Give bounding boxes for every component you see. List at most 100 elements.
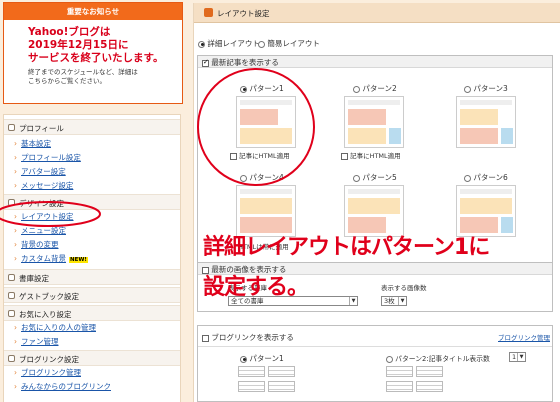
- category-label: プロフィール: [19, 124, 64, 133]
- pattern5-option[interactable]: パターン5: [353, 172, 397, 183]
- pattern1-thumbnail[interactable]: [236, 96, 296, 148]
- pattern6-radio[interactable]: [464, 174, 471, 182]
- layout-simple-option[interactable]: 簡易レイアウト: [258, 38, 320, 49]
- sidebar-item-bloglink-manage[interactable]: ブログリンク管理: [14, 367, 81, 378]
- chevron-down-icon: ▼: [398, 297, 406, 305]
- bloglink-pattern2-radio[interactable]: [386, 355, 393, 363]
- sidebar-item-bloglink-from-all[interactable]: みんなからのブログリンク: [14, 381, 111, 392]
- category-label: ブログリンク設定: [19, 355, 79, 364]
- bloglink-pattern1-label: パターン1: [249, 354, 284, 363]
- pattern2-html-option[interactable]: 記事にHTML適用: [341, 150, 401, 160]
- layout-simple-label: 簡易レイアウト: [267, 39, 320, 48]
- pattern4-thumbnail[interactable]: [236, 185, 296, 237]
- pattern6-label: パターン6: [473, 173, 508, 182]
- latest-images-checkbox[interactable]: [202, 266, 209, 274]
- pattern4-radio[interactable]: [240, 174, 247, 182]
- category-label: ゲストブック設定: [19, 292, 79, 301]
- pattern2-option[interactable]: パターン2: [353, 83, 397, 94]
- link-icon: [8, 355, 15, 362]
- chevron-down-icon: ▼: [349, 297, 357, 305]
- annotation-line1: 詳細レイアウトはパターン1に: [203, 235, 490, 260]
- pattern2-thumbnail[interactable]: [344, 96, 404, 148]
- layout-simple-radio[interactable]: [258, 40, 265, 48]
- pattern1-label: パターン1: [249, 84, 284, 93]
- bloglink-count-value: 1: [512, 353, 517, 361]
- layout-settings-panel: レイアウト設定 詳細レイアウト 簡易レイアウト 最新記事を表示する パターン1 …: [193, 3, 560, 402]
- bloglink-pattern2-option[interactable]: パターン2:記事タイトル表示数: [386, 353, 490, 363]
- pattern1-html-checkbox[interactable]: [230, 152, 237, 160]
- pattern1-html-option[interactable]: 記事にHTML適用: [230, 150, 290, 160]
- pattern1-radio[interactable]: [240, 85, 247, 93]
- bloglink-manage-link[interactable]: ブログリンク管理: [498, 332, 550, 342]
- sidebar-item-favorites[interactable]: お気に入りの人の管理: [14, 322, 96, 333]
- bloglink-label: ブログリンクを表示する: [211, 333, 294, 342]
- pattern4-option[interactable]: パターン4: [240, 172, 284, 183]
- bloglink-pattern1-option[interactable]: パターン1: [240, 353, 284, 364]
- bloglink-section: ブログリンクを表示する ブログリンク管理 パターン1 パターン2:記事タイトル表…: [197, 325, 553, 402]
- pattern2-html-checkbox[interactable]: [341, 152, 348, 160]
- bloglink-toggle-row: ブログリンクを表示する: [202, 332, 294, 343]
- notice-subtext[interactable]: 終了までのスケジュールなど、詳細は こちらからご覧ください。: [4, 65, 182, 86]
- chevron-down-icon: ▼: [517, 353, 525, 361]
- pattern6-thumbnail[interactable]: [456, 185, 516, 237]
- category-profile: プロフィール: [4, 119, 180, 135]
- bloglink-thumb: [268, 381, 295, 392]
- latest-posts-checkbox[interactable]: [202, 58, 209, 67]
- pattern1-html-label: 記事にHTML適用: [239, 152, 290, 160]
- latest-posts-toggle-row: 最新記事を表示する: [202, 57, 279, 68]
- image-count-label: 表示する画像数: [381, 284, 427, 292]
- sidebar-item-menu[interactable]: メニュー設定: [14, 225, 66, 236]
- pattern5-thumbnail[interactable]: [344, 185, 404, 237]
- bloglink-count-select[interactable]: 1 ▼: [509, 352, 526, 362]
- pattern3-option[interactable]: パターン3: [464, 83, 508, 94]
- pattern3-label: パターン3: [473, 84, 508, 93]
- heart-icon: [8, 310, 15, 317]
- sidebar-item-layout[interactable]: レイアウト設定: [14, 211, 74, 222]
- sidebar-item-message[interactable]: メッセージ設定: [14, 180, 73, 191]
- layout-detail-radio[interactable]: [198, 40, 205, 48]
- pattern6-option[interactable]: パターン6: [464, 172, 508, 183]
- sidebar-item-custom-bg[interactable]: カスタム背景: [21, 254, 66, 263]
- profile-icon: [8, 124, 15, 131]
- pattern2-label: パターン2: [362, 84, 397, 93]
- notice-header: 重要なお知らせ: [4, 3, 182, 20]
- category-design: デザイン設定: [4, 194, 180, 210]
- category-bookshelf[interactable]: 書庫設定: [4, 269, 180, 285]
- bloglink-checkbox[interactable]: [202, 334, 209, 342]
- bloglink-thumb: [386, 366, 413, 377]
- notice-title[interactable]: Yahoo!ブログは 2019年12月15日に サービスを終了いたします。: [4, 20, 182, 65]
- sidebar-item-avatar[interactable]: アバター設定: [14, 166, 66, 177]
- layout-settings-header: レイアウト設定: [194, 3, 560, 23]
- category-guestbook[interactable]: ゲストブック設定: [4, 287, 180, 303]
- settings-sidebar: プロフィール 基本設定 プロフィール設定 アバター設定 メッセージ設定 デザイン…: [3, 114, 181, 402]
- category-label: 書庫設定: [19, 274, 49, 283]
- pattern4-label: パターン4: [249, 173, 284, 182]
- sidebar-item-profile[interactable]: プロフィール設定: [14, 152, 81, 163]
- design-icon: [8, 199, 15, 206]
- divider: [198, 346, 552, 347]
- bloglink-pattern1-radio[interactable]: [240, 355, 247, 363]
- image-count-value: 3枚: [384, 297, 395, 305]
- bloglink-thumb: [268, 366, 295, 377]
- sidebar-item-fans[interactable]: ファン管理: [14, 336, 59, 347]
- image-count-select[interactable]: 3枚 ▼: [381, 296, 407, 306]
- latest-images-label: 最新の画像を表示する: [211, 265, 287, 274]
- pattern5-radio[interactable]: [353, 174, 360, 182]
- pattern3-radio[interactable]: [464, 85, 471, 93]
- sidebar-item-custom-bg-row: カスタム背景NEW!: [14, 253, 88, 264]
- pattern2-html-label: 記事にHTML適用: [350, 152, 401, 160]
- sidebar-item-basic[interactable]: 基本設定: [14, 138, 51, 149]
- bloglink-pattern2-label: パターン2:記事タイトル表示数: [395, 355, 490, 363]
- pattern1-option[interactable]: パターン1: [240, 83, 284, 94]
- layout-detail-option[interactable]: 詳細レイアウト: [198, 38, 260, 49]
- layout-icon: [204, 8, 213, 17]
- page-title: レイアウト設定: [217, 9, 270, 18]
- layout-detail-label: 詳細レイアウト: [207, 39, 260, 48]
- sidebar-item-background[interactable]: 背景の変更: [14, 239, 59, 250]
- pattern2-radio[interactable]: [353, 85, 360, 93]
- bookshelf-icon: [8, 274, 15, 281]
- guestbook-icon: [8, 292, 15, 299]
- annotation-line2: 設定する。: [203, 275, 309, 300]
- pattern3-thumbnail[interactable]: [456, 96, 516, 148]
- latest-images-toggle-row: 最新の画像を表示する: [202, 264, 286, 275]
